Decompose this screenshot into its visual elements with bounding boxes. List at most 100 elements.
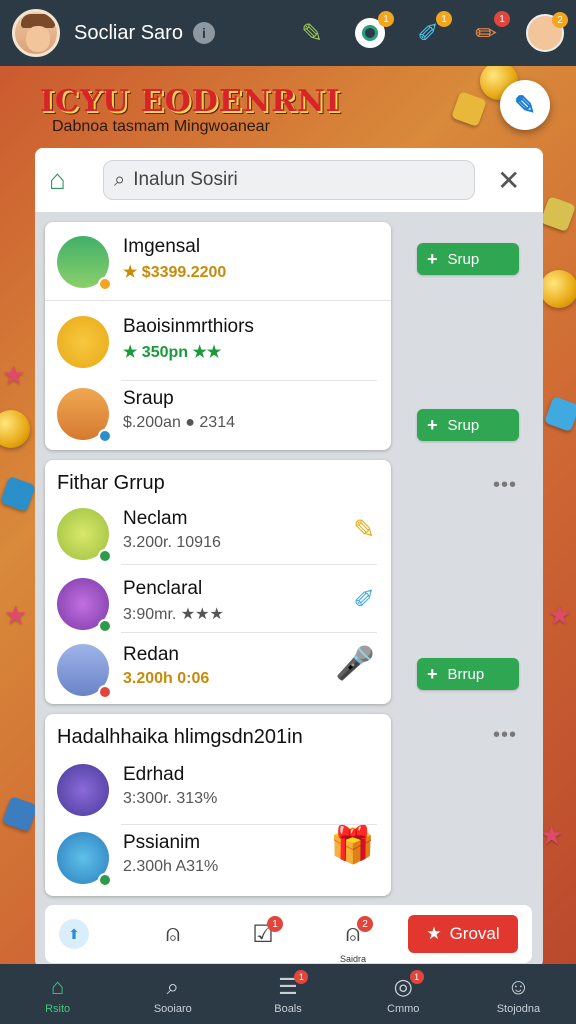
star-decoration: ★	[548, 600, 572, 630]
list-item[interactable]: Pssianim 2.300h A31% 🎁	[45, 818, 391, 896]
pin-button[interactable]: ⬆	[59, 919, 89, 949]
pen-icon: ✐	[417, 17, 439, 48]
list-item[interactable]: Edrhad 3:300r. 313%	[45, 750, 391, 828]
main-panel: ⌂ ⌕ ✕ Imgensal ★ $3399.2200 Baoisinmrthi…	[35, 148, 543, 968]
item-value: 3.200r. 10916	[123, 534, 221, 551]
profile-badge: 2	[552, 12, 568, 28]
item-name: Baoisinmrthiors	[123, 316, 254, 337]
home-icon: ⌂	[50, 973, 65, 999]
item-name: Pssianim	[123, 832, 201, 853]
list-item[interactable]: Redan 3.200h 0:06 🎤	[45, 630, 391, 708]
marker-icon: ✎	[301, 17, 323, 48]
section-title: Fithar Grrup	[57, 472, 165, 494]
more-icon[interactable]: •••	[493, 474, 576, 497]
item-value: $.200an ● 2314	[123, 414, 235, 431]
search-row: ⌂ ⌕ ✕	[35, 148, 543, 212]
list-item[interactable]: Sraup $.200an ● 2314	[45, 374, 391, 452]
star-icon: ★	[426, 924, 442, 943]
star-decoration: ★	[540, 820, 564, 850]
people-button[interactable]: ⍝ 2 Saidra	[333, 914, 373, 964]
people-badge: 2	[357, 916, 373, 932]
nav-badge: 1	[294, 970, 309, 984]
person-icon: ☺	[507, 973, 530, 999]
group-button-label: Brrup	[447, 665, 485, 683]
check-button[interactable]: ☑ 1	[243, 914, 283, 954]
plus-icon: +	[427, 248, 438, 269]
close-icon[interactable]: ✕	[497, 164, 520, 197]
list-item[interactable]: Baoisinmrthiors ★ 350pn ★★	[45, 302, 391, 380]
marker-icon: ✐	[353, 584, 375, 614]
cube-decoration	[2, 796, 38, 832]
section-title: Hadalhhaika hlimgsdn201in	[57, 726, 303, 748]
home-icon[interactable]: ⌂	[49, 164, 93, 196]
item-name: Penclaral	[123, 578, 203, 599]
cube-decoration	[0, 476, 36, 512]
star-decoration: ★	[2, 360, 26, 390]
info-icon[interactable]: i	[192, 22, 215, 44]
more-icon[interactable]: •••	[493, 724, 576, 747]
cube-decoration	[540, 196, 576, 232]
nav-item-list[interactable]: ☰ 1 Boals	[230, 964, 345, 1024]
top-bar: Socliar Saro i ✎ 1 ✐ 1 ✏ 1 2	[0, 0, 576, 66]
edit-fab-button[interactable]: ✎	[500, 80, 550, 130]
user-avatar	[57, 644, 112, 699]
search-box[interactable]: ⌕	[103, 160, 475, 200]
coin-decoration	[0, 410, 30, 448]
item-value: 2.300h A31%	[123, 858, 219, 875]
profile-button[interactable]: 2	[526, 12, 568, 52]
bottom-nav: ⌂ Rsito ⌕ Sooiaro ☰ 1 Boals ◎ 1 Cmmo ☺ Stojodna	[0, 964, 576, 1024]
microphone-icon: 🎤	[335, 645, 375, 681]
banner-title: ICYU EODENRNI	[40, 84, 341, 119]
gift-icon: 🎁	[330, 824, 375, 865]
item-name: Neclam	[123, 508, 188, 529]
item-name: Edrhad	[123, 764, 185, 785]
nav-badge: 1	[409, 970, 424, 984]
brush-icon: ✏	[475, 17, 497, 48]
microphone-icon	[57, 764, 109, 816]
search-input[interactable]	[133, 169, 434, 191]
goal-button[interactable]: ★ Groval	[408, 915, 518, 953]
chat-button[interactable]: 1	[352, 11, 394, 51]
nav-item-compass[interactable]: ◎ 1 Cmmo	[346, 964, 461, 1024]
search-icon: ⌕	[166, 973, 179, 999]
item-name: Redan	[123, 644, 179, 665]
coin-decoration	[540, 270, 576, 308]
nav-item-home[interactable]: ⌂ Rsito	[0, 964, 115, 1024]
group-button-label: Srup	[447, 416, 480, 434]
cube-decoration	[544, 396, 576, 432]
list-item[interactable]: Neclam 3.200r. 10916 ✎	[45, 494, 391, 572]
cube-decoration	[451, 91, 487, 127]
pencil-icon: ✎	[353, 514, 375, 544]
nav-label: Stojodna	[496, 1002, 541, 1015]
group-button[interactable]: + Srup	[417, 409, 519, 441]
action-bar: ⬆ ⍝ ☑ 1 ⍝ 2 Saidra ★ Groval	[45, 905, 532, 964]
item-name: Sraup	[123, 388, 174, 409]
list-item[interactable]: Imgensal ★ $3399.2200	[45, 222, 391, 300]
group-button[interactable]: + Srup	[417, 243, 519, 275]
item-value: 3.200h 0:06	[123, 670, 210, 687]
group-button[interactable]: + Brrup	[417, 658, 519, 690]
plus-icon: +	[427, 414, 438, 435]
user-button[interactable]: ⍝	[153, 914, 193, 954]
chat-badge: 1	[378, 11, 394, 27]
check-badge: 1	[267, 916, 283, 932]
nav-item-search[interactable]: ⌕ Sooiaro	[115, 964, 230, 1024]
user-avatar	[57, 236, 112, 291]
person-icon: ⍝	[165, 920, 181, 947]
marker-tool-button[interactable]: ✎	[294, 15, 330, 51]
app-title: Socliar Saro	[74, 21, 183, 44]
nav-label: Cmmo	[387, 1002, 420, 1015]
nav-label: Sooiaro	[153, 1002, 192, 1015]
nav-item-profile[interactable]: ☺ Stojodna	[461, 964, 576, 1024]
box-icon	[57, 578, 112, 633]
user-avatar[interactable]	[12, 9, 60, 57]
brush-button[interactable]: ✏ 1	[468, 11, 510, 51]
goal-button-label: Groval	[449, 924, 500, 943]
gift-icon	[57, 316, 109, 368]
item-value: ★ $3399.2200	[123, 264, 227, 281]
brush-badge: 1	[494, 11, 510, 27]
group-section: Fithar Grrup Neclam 3.200r. 10916 ✎ Penc…	[45, 460, 391, 704]
divider	[45, 300, 391, 301]
marker-button[interactable]: ✐ 1	[410, 11, 452, 51]
item-value: ★ 350pn ★★	[123, 344, 222, 361]
